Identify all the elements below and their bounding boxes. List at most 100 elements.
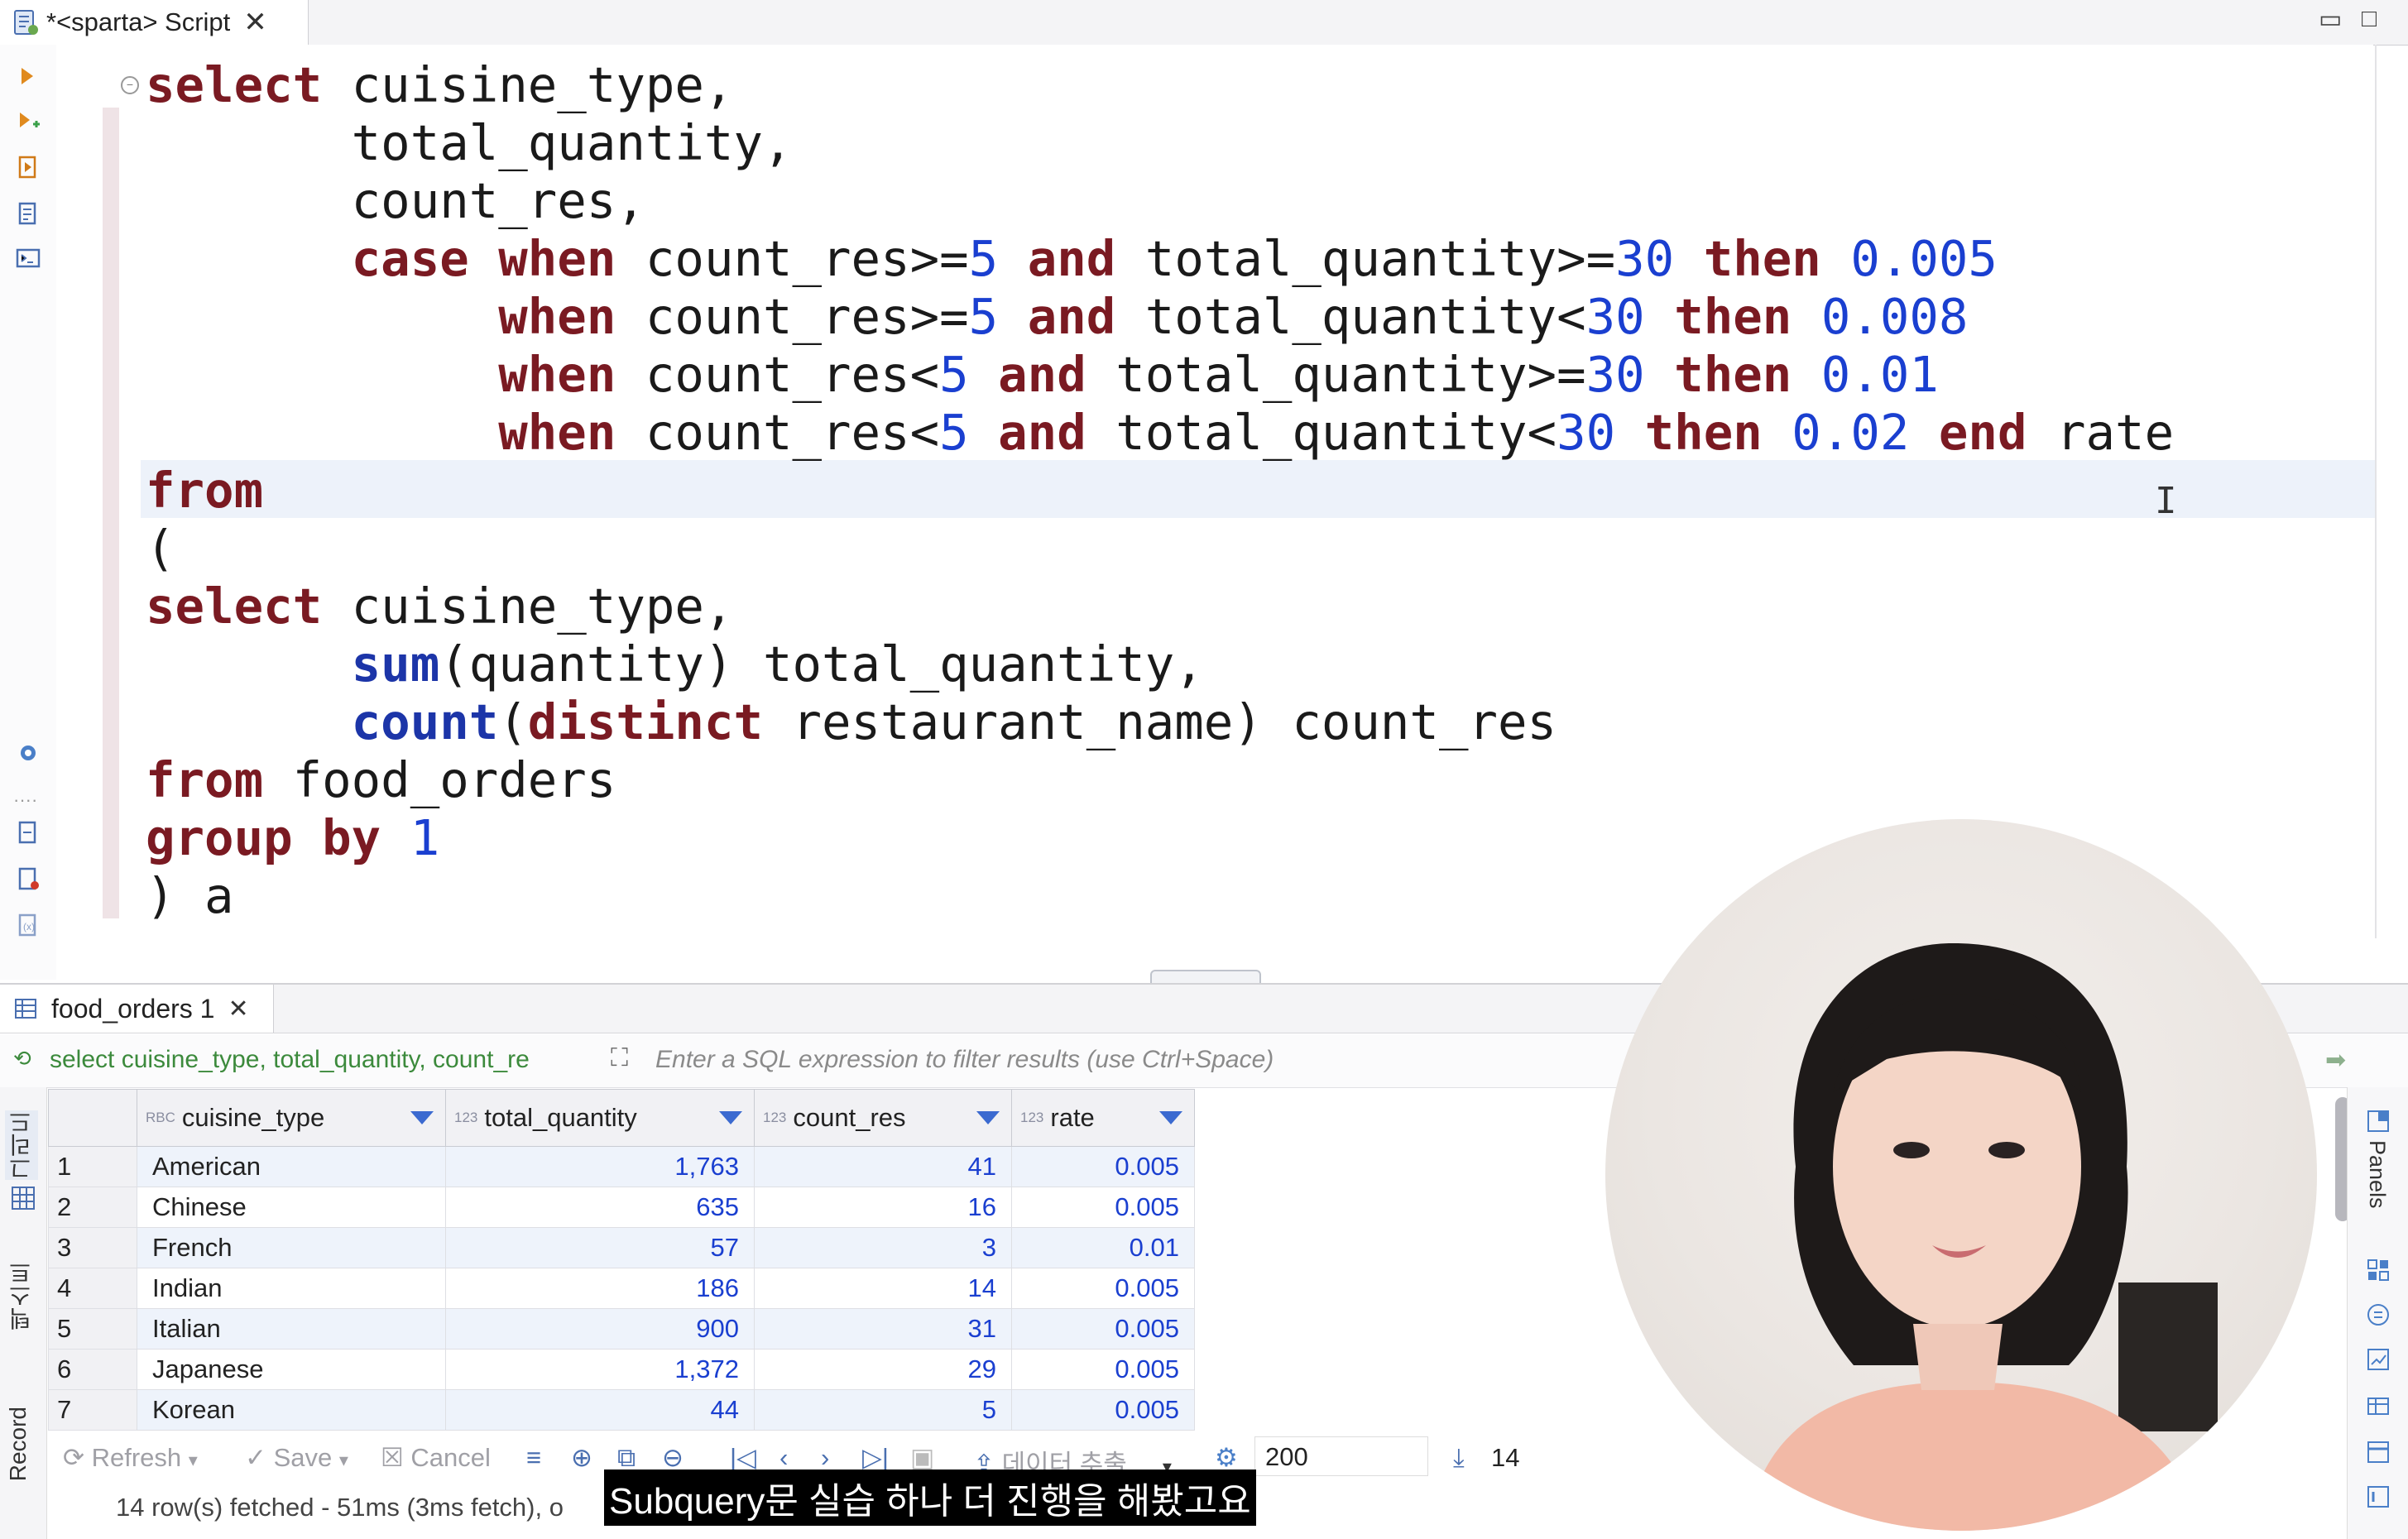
tab-text[interactable]: 텍스트 [5, 1261, 38, 1330]
row-number[interactable]: 1 [48, 1146, 137, 1187]
metadata-icon[interactable] [2366, 1258, 2391, 1282]
table-cell[interactable]: 0.005 [1011, 1308, 1195, 1350]
row-number[interactable]: 3 [48, 1227, 137, 1268]
code-line[interactable]: when count_res<5 and total_quantity<30 t… [146, 404, 2174, 462]
save-button[interactable]: ✓ Save ▾ [245, 1443, 348, 1473]
code-line[interactable]: from food_orders [146, 751, 616, 809]
table-cell[interactable]: Korean [137, 1389, 446, 1431]
close-icon[interactable]: ✕ [228, 995, 248, 1024]
table-cell[interactable]: 635 [445, 1187, 755, 1228]
table-cell[interactable]: 41 [754, 1146, 1012, 1187]
gear-icon[interactable] [15, 740, 41, 766]
table-row[interactable]: 5 Italian 900 31 0.005 [48, 1308, 1195, 1350]
minimize-icon[interactable]: ▭ [2319, 5, 2342, 34]
table-cell[interactable]: 16 [754, 1187, 1012, 1228]
row-number[interactable]: 5 [48, 1308, 137, 1350]
table-row[interactable]: 2 Chinese 635 16 0.005 [48, 1187, 1195, 1228]
layout-icon[interactable] [2366, 1440, 2391, 1465]
close-icon[interactable]: ✕ [243, 6, 267, 39]
fold-toggle-icon[interactable]: − [121, 76, 139, 94]
table-cell[interactable]: 0.005 [1011, 1146, 1195, 1187]
chart-icon[interactable] [2366, 1347, 2391, 1372]
refresh-button[interactable]: ⟳ Refresh ▾ [63, 1443, 198, 1473]
code-line[interactable]: ( [146, 520, 175, 578]
cancel-button[interactable]: ☒ Cancel [381, 1443, 491, 1473]
fetch-next-icon[interactable]: ⤓ [1453, 1443, 1465, 1474]
chevron-down-icon[interactable]: ▾ [339, 1450, 348, 1470]
column-header[interactable]: 123 total_quantity [445, 1089, 755, 1147]
table-row[interactable]: 7 Korean 44 5 0.005 [48, 1389, 1195, 1431]
row-number[interactable]: 2 [48, 1187, 137, 1228]
chevron-down-icon[interactable] [1159, 1111, 1182, 1124]
fetch-all-icon[interactable]: ▣ [910, 1443, 934, 1473]
execute-statement-icon[interactable] [15, 63, 41, 89]
table-cell[interactable]: 186 [445, 1268, 755, 1309]
table-cell[interactable]: 5 [754, 1389, 1012, 1431]
column-header[interactable]: 123 rate [1011, 1089, 1195, 1147]
table-cell[interactable]: 0.005 [1011, 1349, 1195, 1390]
table-row[interactable]: 4 Indian 186 14 0.005 [48, 1268, 1195, 1309]
code-line[interactable]: total_quantity, [146, 114, 793, 172]
chevron-down-icon[interactable] [410, 1111, 434, 1124]
edit-row-icon[interactable]: ≡ [526, 1443, 541, 1473]
table-cell[interactable]: 0.005 [1011, 1187, 1195, 1228]
row-number[interactable]: 4 [48, 1268, 137, 1309]
table-cell[interactable]: 31 [754, 1308, 1012, 1350]
table-row[interactable]: 6 Japanese 1,372 29 0.005 [48, 1349, 1195, 1390]
next-page-icon[interactable]: › [821, 1443, 829, 1473]
code-line[interactable]: count_res, [146, 172, 645, 230]
previous-page-icon[interactable]: ‹ [779, 1443, 788, 1473]
save-script-icon[interactable] [15, 865, 41, 892]
query-preview[interactable]: select cuisine_type, total_quantity, cou… [50, 1046, 596, 1074]
panels-label[interactable]: Panels [2364, 1140, 2390, 1209]
table-cell[interactable]: 1,763 [445, 1146, 755, 1187]
table-cell[interactable]: Italian [137, 1308, 446, 1350]
fetch-size-input[interactable]: 200 [1254, 1436, 1428, 1476]
expand-icon[interactable]: ⛶ [611, 1044, 628, 1072]
apply-filter-icon[interactable]: ➡ [2325, 1046, 2346, 1075]
table-cell[interactable]: 57 [445, 1227, 755, 1268]
results-grid[interactable]: RBC cuisine_type 123 total_quantity 123 cou… [48, 1089, 1195, 1431]
terminal-icon[interactable] [15, 245, 41, 271]
table-cell[interactable]: 14 [754, 1268, 1012, 1309]
table-cell[interactable]: Chinese [137, 1187, 446, 1228]
execute-new-tab-icon[interactable] [15, 108, 41, 134]
grouping-icon[interactable] [2366, 1392, 2391, 1417]
table-cell[interactable]: 44 [445, 1389, 755, 1431]
tab-grid[interactable]: 그리드 [5, 1110, 38, 1180]
code-line[interactable]: group by 1 [146, 809, 439, 867]
row-number[interactable]: 7 [48, 1389, 137, 1431]
calculator-icon[interactable] [2366, 1302, 2391, 1327]
table-row[interactable]: 3 French 57 3 0.01 [48, 1227, 1195, 1268]
table-cell[interactable]: American [137, 1146, 446, 1187]
tab-record[interactable]: Record [5, 1407, 31, 1481]
table-cell[interactable]: 0.005 [1011, 1389, 1195, 1431]
add-row-icon[interactable]: ⊕ [571, 1443, 592, 1473]
table-cell[interactable]: Japanese [137, 1349, 446, 1390]
maximize-icon[interactable]: □ [2362, 5, 2377, 33]
column-header[interactable]: RBC cuisine_type [137, 1089, 446, 1147]
filter-input[interactable]: Enter a SQL expression to filter results… [655, 1046, 1274, 1074]
table-cell[interactable]: Indian [137, 1268, 446, 1309]
code-line[interactable]: when count_res>=5 and total_quantity<30 … [146, 288, 1968, 346]
table-cell[interactable]: 0.01 [1011, 1227, 1195, 1268]
first-page-icon[interactable]: |◁ [730, 1443, 756, 1473]
code-line[interactable]: count(distinct restaurant_name) count_re… [146, 693, 1557, 751]
code-line[interactable]: from [146, 462, 263, 520]
code-line[interactable]: case when count_res>=5 and total_quantit… [146, 230, 1998, 288]
chevron-down-icon[interactable] [976, 1111, 1000, 1124]
last-page-icon[interactable]: ▷| [862, 1443, 889, 1473]
panels-icon[interactable] [2366, 1109, 2391, 1134]
table-cell[interactable]: 0.005 [1011, 1268, 1195, 1309]
table-cell[interactable]: 1,372 [445, 1349, 755, 1390]
row-number[interactable]: 6 [48, 1349, 137, 1390]
more-icon[interactable]: ···· [13, 789, 37, 811]
code-line[interactable]: when count_res<5 and total_quantity>=30 … [146, 346, 1939, 404]
grid-icon[interactable] [10, 1185, 36, 1211]
table-cell[interactable]: French [137, 1227, 446, 1268]
table-cell[interactable]: 29 [754, 1349, 1012, 1390]
code-line[interactable]: select cuisine_type, [146, 578, 733, 635]
table-cell[interactable]: 3 [754, 1227, 1012, 1268]
chevron-down-icon[interactable]: ▾ [189, 1450, 198, 1470]
code-line[interactable]: sum(quantity) total_quantity, [146, 635, 1204, 693]
